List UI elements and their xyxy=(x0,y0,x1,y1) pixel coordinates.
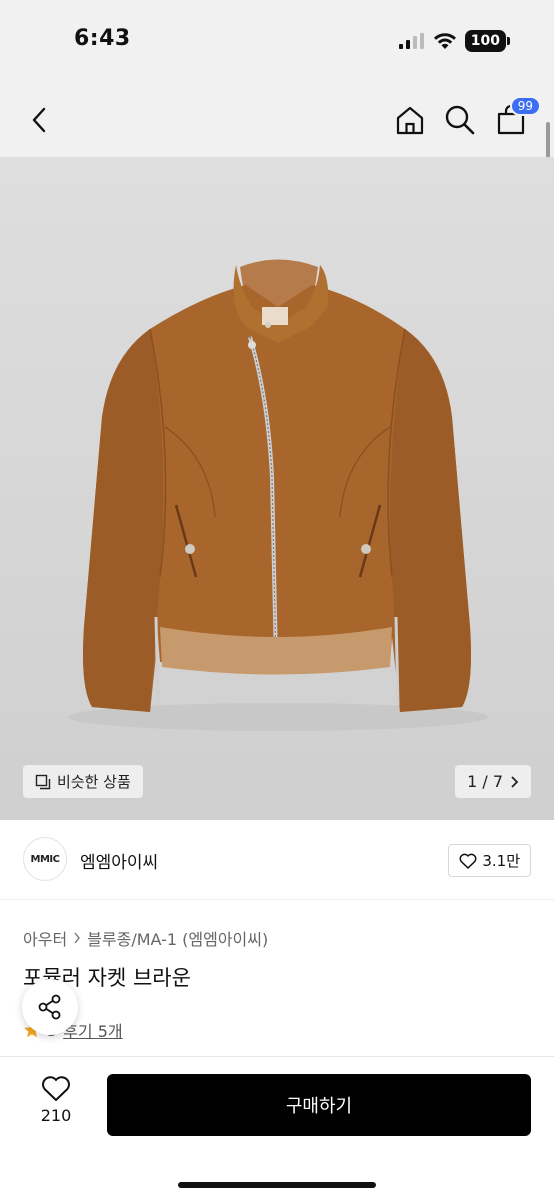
search-icon xyxy=(445,105,475,135)
battery-icon xyxy=(507,37,510,45)
heart-icon xyxy=(42,1076,70,1101)
battery-level: 100 xyxy=(464,30,506,52)
share-button[interactable] xyxy=(22,979,78,1035)
similar-products-label: 비슷한 상품 xyxy=(57,773,131,791)
share-icon xyxy=(38,994,61,1020)
heart-icon xyxy=(459,853,477,869)
bottom-action-bar: 210 구매하기 xyxy=(0,1056,554,1200)
breadcrumb-category[interactable]: 블루종/MA-1 (엠엠아이씨) xyxy=(87,926,268,950)
home-button[interactable] xyxy=(392,102,428,138)
brand-name[interactable]: 엠엠아이씨 xyxy=(80,848,158,873)
wishlist-count: 210 xyxy=(40,1106,72,1125)
copy-icon xyxy=(35,774,51,789)
top-nav: 99 xyxy=(0,80,554,157)
brand-like-button[interactable]: 3.1만 xyxy=(448,844,531,877)
brand-logo[interactable]: MMIC xyxy=(23,837,67,881)
cellular-signal-icon xyxy=(398,33,424,49)
buy-button[interactable]: 구매하기 xyxy=(107,1074,531,1136)
home-icon xyxy=(396,106,424,135)
status-icons: 100 xyxy=(398,30,510,52)
product-image-gallery[interactable]: 비슷한 상품 1 / 7 xyxy=(0,157,554,820)
product-photo-jacket xyxy=(68,259,488,731)
wifi-icon xyxy=(433,33,456,49)
brand-like-count: 3.1만 xyxy=(482,852,520,870)
chevron-left-icon xyxy=(32,107,46,133)
chevron-right-icon xyxy=(74,932,81,944)
pager-text: 1 / 7 xyxy=(467,772,503,791)
status-bar: 6:43 100 xyxy=(0,0,554,80)
cart-count-badge: 99 xyxy=(509,96,541,116)
image-pager[interactable]: 1 / 7 xyxy=(455,765,531,798)
similar-products-button[interactable]: 비슷한 상품 xyxy=(23,765,143,798)
cart-button[interactable]: 99 xyxy=(493,96,541,138)
status-time: 6:43 xyxy=(74,26,131,51)
back-button[interactable] xyxy=(22,102,58,138)
search-button[interactable] xyxy=(442,102,478,138)
home-indicator xyxy=(178,1182,376,1188)
category-breadcrumb: 아우터 블루종/MA-1 (엠엠아이씨) xyxy=(23,926,268,950)
chevron-right-icon xyxy=(511,775,519,788)
brand-row: MMIC 엠엠아이씨 3.1만 xyxy=(0,820,554,900)
wishlist-button[interactable]: 210 xyxy=(22,1075,90,1125)
breadcrumb-outer[interactable]: 아우터 xyxy=(23,926,67,950)
brand-logo-text: MMIC xyxy=(30,853,60,865)
